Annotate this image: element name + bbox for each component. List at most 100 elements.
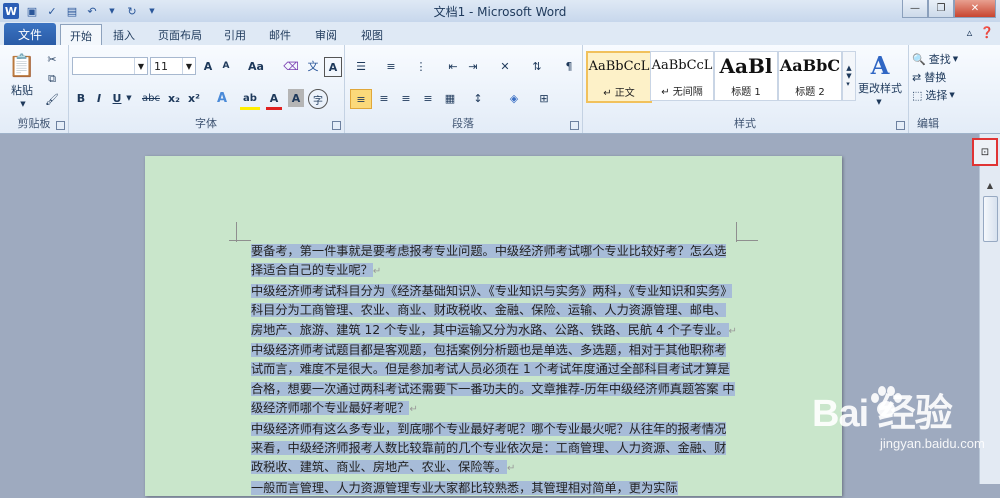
bullets-icon[interactable]: ☰ [350, 57, 372, 75]
character-border-button[interactable]: A [324, 57, 342, 77]
text-effects-button[interactable]: A [212, 89, 232, 107]
style-name: ↵ 正文 [603, 88, 635, 99]
style-sample: AaBl [719, 54, 773, 78]
style-sample: AaBbCcL [651, 58, 713, 73]
cut-icon[interactable]: ✂ [44, 51, 60, 67]
paste-button[interactable]: 粘贴 [4, 83, 40, 97]
font-color-button[interactable]: A [266, 89, 282, 110]
shrink-font-button[interactable]: A [218, 57, 234, 75]
paragraph-mark-icon: ↵ [372, 266, 382, 278]
change-case-button[interactable]: Aa [244, 57, 268, 75]
scroll-up-icon[interactable]: ▲ [983, 178, 997, 192]
find-button[interactable]: 🔍 查找 ▼ [912, 51, 968, 67]
sort-icon[interactable]: ⇅ [528, 57, 546, 75]
font-label: 字体 [195, 117, 217, 130]
replace-label: 替换 [924, 71, 947, 84]
tab-review[interactable]: 审阅 [308, 25, 344, 45]
paragraph-mark-icon: ↵ [506, 463, 516, 475]
character-shading-button[interactable]: A [288, 89, 304, 107]
superscript-button[interactable]: x² [186, 89, 202, 107]
bold-button[interactable]: B [74, 89, 88, 107]
tab-references[interactable]: 引用 [218, 25, 252, 45]
shading-icon[interactable]: ◈ [502, 89, 526, 107]
grow-font-button[interactable]: A [200, 57, 216, 75]
select-button[interactable]: ⬚ 选择 ▼ [912, 87, 974, 103]
style-name: ↵ 无间隔 [661, 87, 703, 98]
italic-button[interactable]: I [92, 89, 106, 107]
paragraph-mark-icon: ↵ [728, 325, 737, 337]
help-icon[interactable]: ❓ [980, 26, 994, 39]
tab-page-layout[interactable]: 页面布局 [152, 25, 208, 45]
chevron-down-icon[interactable]: ▼ [872, 97, 886, 107]
view-ruler-button[interactable]: ⊡ [972, 138, 998, 166]
align-right-icon[interactable]: ≡ [396, 89, 416, 107]
clipboard-group: 📋 粘贴 ▼ ✂ ⧉ 🖌 剪贴板 [0, 45, 69, 133]
highlight-button[interactable]: ab [240, 89, 260, 110]
document-page[interactable]: 要备考，第一件事就是要考虑报考专业问题。中级经济师考试哪个专业比较好考？怎么选择… [145, 156, 842, 496]
replace-button[interactable]: ⇄ 替换 [912, 69, 968, 85]
paste-dropdown-icon[interactable]: ▼ [8, 99, 38, 109]
style-normal[interactable]: AaBbCcL ↵ 正文 [586, 51, 652, 103]
minimize-ribbon-icon[interactable]: ▵ [967, 26, 973, 39]
selected-text: 中级经济师考试科目分为《经济基础知识》、《专业知识与实务》两科，《专业知识和实务… [251, 283, 733, 337]
font-name-combo[interactable]: ▼ [72, 57, 148, 75]
chevron-down-icon[interactable]: ▼ [134, 58, 147, 74]
ribbon-right-controls: ▵ ❓ [967, 26, 994, 39]
select-label: 选择 [925, 89, 948, 102]
enclose-characters-button[interactable]: 字 [308, 89, 328, 109]
paragraph-group: ☰ ≡ ⋮ ⇤ ⇥ ✕ ⇅ ¶ ≡ ≡ ≡ ≡ ▦ ↕ ◈ ⊞ 段落 [344, 45, 583, 133]
minimize-button[interactable]: — [902, 0, 928, 18]
styles-launcher-icon[interactable] [896, 121, 905, 130]
phonetic-guide-icon[interactable]: 文 [304, 57, 322, 75]
numbering-icon[interactable]: ≡ [380, 57, 402, 75]
paste-icon[interactable]: 📋 [6, 51, 38, 81]
chevron-down-icon: ▼ [952, 55, 959, 63]
change-styles-icon[interactable]: A [860, 51, 900, 80]
paragraph-launcher-icon[interactable] [570, 121, 579, 130]
style-heading-1[interactable]: AaBl 标题 1 [714, 51, 778, 101]
style-no-spacing[interactable]: AaBbCcL ↵ 无间隔 [650, 51, 714, 101]
document-text[interactable]: 要备考，第一件事就是要考虑报考专业问题。中级经济师考试哪个专业比较好考？怎么选择… [251, 242, 737, 498]
close-button[interactable]: ✕ [954, 0, 996, 18]
tab-file[interactable]: 文件 [4, 23, 56, 45]
style-sample: AaBbC [779, 56, 841, 75]
subscript-button[interactable]: x₂ [166, 89, 182, 107]
style-name: 标题 1 [731, 87, 761, 98]
borders-icon[interactable]: ⊞ [532, 89, 556, 107]
tab-view[interactable]: 视图 [354, 25, 390, 45]
watermark-brand: Bai 经验 [812, 393, 953, 435]
line-spacing-icon[interactable]: ↕ [466, 89, 490, 107]
style-heading-2[interactable]: AaBbC 标题 2 [778, 51, 842, 101]
clipboard-launcher-icon[interactable] [56, 121, 65, 130]
justify-icon[interactable]: ≡ [418, 89, 438, 107]
tab-insert[interactable]: 插入 [106, 25, 142, 45]
distributed-icon[interactable]: ▦ [440, 89, 460, 107]
format-painter-icon[interactable]: 🖌 [44, 91, 60, 107]
font-size-combo[interactable]: 11 ▼ [150, 57, 196, 75]
restore-button[interactable]: ❐ [928, 0, 954, 18]
font-launcher-icon[interactable] [332, 121, 341, 130]
tab-mailings[interactable]: 邮件 [262, 25, 298, 45]
align-left-icon[interactable]: ≡ [350, 89, 372, 109]
ruler-icon: ⊡ [980, 146, 990, 158]
window-controls: — ❐ ✕ [902, 0, 996, 18]
chinese-layout-icon[interactable]: ✕ [494, 57, 516, 75]
change-styles-button[interactable]: 更改样式 [854, 81, 906, 95]
underline-dropdown-icon[interactable]: ▼ [124, 89, 134, 107]
scroll-thumb[interactable] [983, 196, 998, 242]
tab-home[interactable]: 开始 [60, 24, 102, 47]
copy-icon[interactable]: ⧉ [44, 71, 60, 87]
multilevel-list-icon[interactable]: ⋮ [410, 57, 432, 75]
align-center-icon[interactable]: ≡ [374, 89, 394, 107]
increase-indent-icon[interactable]: ⇥ [464, 57, 482, 75]
chevron-down-icon[interactable]: ▼ [182, 58, 195, 74]
editing-label: 编辑 [917, 117, 939, 130]
style-name: 标题 2 [795, 87, 825, 98]
select-icon: ⬚ [912, 88, 923, 102]
clear-formatting-icon[interactable]: ⌫ [282, 57, 300, 75]
find-label: 查找 [928, 53, 951, 66]
strikethrough-button[interactable]: abc [140, 89, 162, 107]
underline-button[interactable]: U [110, 89, 124, 107]
decrease-indent-icon[interactable]: ⇤ [444, 57, 462, 75]
show-formatting-icon[interactable]: ¶ [560, 57, 578, 75]
